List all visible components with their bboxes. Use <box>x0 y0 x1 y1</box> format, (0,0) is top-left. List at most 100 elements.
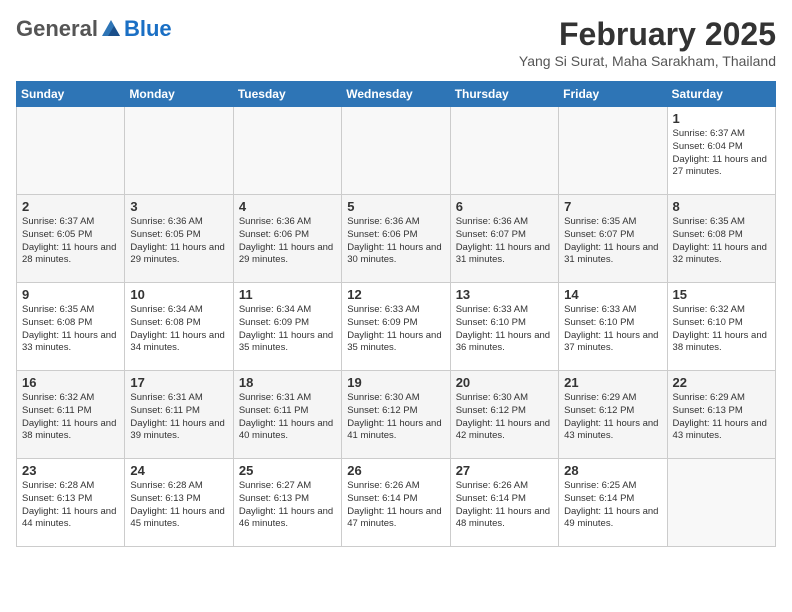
day-number: 22 <box>673 375 770 390</box>
calendar-cell: 1 Sunrise: 6:37 AM Sunset: 6:04 PM Daylig… <box>667 107 775 195</box>
day-info: Sunrise: 6:32 AM Sunset: 6:10 PM Dayligh… <box>673 304 770 355</box>
day-number: 27 <box>456 463 553 478</box>
day-number: 13 <box>456 287 553 302</box>
weekday-header-row: SundayMondayTuesdayWednesdayThursdayFrid… <box>17 82 776 107</box>
calendar-cell <box>342 107 450 195</box>
day-info: Sunrise: 6:29 AM Sunset: 6:12 PM Dayligh… <box>564 392 661 443</box>
calendar-cell: 6Sunrise: 6:36 AM Sunset: 6:07 PM Daylig… <box>450 195 558 283</box>
day-info: Sunrise: 6:28 AM Sunset: 6:13 PM Dayligh… <box>22 480 119 531</box>
calendar-cell: 28Sunrise: 6:25 AM Sunset: 6:14 PM Dayli… <box>559 459 667 547</box>
calendar-cell: 19 Sunrise: 6:30 AM Sunset: 6:12 PM Dayli… <box>342 371 450 459</box>
calendar-cell <box>125 107 233 195</box>
calendar-cell: 17 Sunrise: 6:31 AM Sunset: 6:11 PM Dayli… <box>125 371 233 459</box>
logo-blue-text: Blue <box>124 16 172 42</box>
weekday-header-tuesday: Tuesday <box>233 82 341 107</box>
day-info: Sunrise: 6:30 AM Sunset: 6:12 PM Dayligh… <box>347 392 444 443</box>
day-info: Sunrise: 6:28 AM Sunset: 6:13 PM Dayligh… <box>130 480 227 531</box>
calendar-cell: 5Sunrise: 6:36 AM Sunset: 6:06 PM Daylig… <box>342 195 450 283</box>
day-number: 8 <box>673 199 770 214</box>
calendar-cell: 25 Sunrise: 6:27 AM Sunset: 6:13 PM Dayli… <box>233 459 341 547</box>
calendar-cell: 12 Sunrise: 6:33 AM Sunset: 6:09 PM Dayli… <box>342 283 450 371</box>
calendar-cell <box>667 459 775 547</box>
day-info: Sunrise: 6:34 AM Sunset: 6:09 PM Dayligh… <box>239 304 336 355</box>
day-number: 21 <box>564 375 661 390</box>
day-info: Sunrise: 6:29 AM Sunset: 6:13 PM Dayligh… <box>673 392 770 443</box>
day-number: 28 <box>564 463 661 478</box>
calendar-cell: 24 Sunrise: 6:28 AM Sunset: 6:13 PM Dayli… <box>125 459 233 547</box>
location-title: Yang Si Surat, Maha Sarakham, Thailand <box>519 53 776 69</box>
weekday-header-friday: Friday <box>559 82 667 107</box>
day-info: Sunrise: 6:31 AM Sunset: 6:11 PM Dayligh… <box>130 392 227 443</box>
day-info: Sunrise: 6:35 AM Sunset: 6:08 PM Dayligh… <box>673 216 770 267</box>
calendar-week-row: 1 Sunrise: 6:37 AM Sunset: 6:04 PM Daylig… <box>17 107 776 195</box>
calendar-cell: 22 Sunrise: 6:29 AM Sunset: 6:13 PM Dayli… <box>667 371 775 459</box>
day-number: 5 <box>347 199 444 214</box>
calendar-cell: 18 Sunrise: 6:31 AM Sunset: 6:11 PM Dayli… <box>233 371 341 459</box>
page-header: General Blue February 2025 Yang Si Surat… <box>16 16 776 69</box>
calendar-cell: 4 Sunrise: 6:36 AM Sunset: 6:06 PM Daylig… <box>233 195 341 283</box>
day-info: Sunrise: 6:26 AM Sunset: 6:14 PM Dayligh… <box>347 480 444 531</box>
weekday-header-thursday: Thursday <box>450 82 558 107</box>
day-number: 26 <box>347 463 444 478</box>
calendar-cell: 8 Sunrise: 6:35 AM Sunset: 6:08 PM Daylig… <box>667 195 775 283</box>
day-info: Sunrise: 6:27 AM Sunset: 6:13 PM Dayligh… <box>239 480 336 531</box>
calendar-week-row: 16Sunrise: 6:32 AM Sunset: 6:11 PM Dayli… <box>17 371 776 459</box>
day-info: Sunrise: 6:32 AM Sunset: 6:11 PM Dayligh… <box>22 392 119 443</box>
day-number: 20 <box>456 375 553 390</box>
day-number: 19 <box>347 375 444 390</box>
calendar-week-row: 23 Sunrise: 6:28 AM Sunset: 6:13 PM Dayli… <box>17 459 776 547</box>
day-info: Sunrise: 6:33 AM Sunset: 6:09 PM Dayligh… <box>347 304 444 355</box>
day-number: 15 <box>673 287 770 302</box>
calendar-cell: 14Sunrise: 6:33 AM Sunset: 6:10 PM Dayli… <box>559 283 667 371</box>
month-title: February 2025 <box>519 16 776 53</box>
day-number: 18 <box>239 375 336 390</box>
calendar-cell: 2 Sunrise: 6:37 AM Sunset: 6:05 PM Daylig… <box>17 195 125 283</box>
day-number: 23 <box>22 463 119 478</box>
day-number: 3 <box>130 199 227 214</box>
day-number: 4 <box>239 199 336 214</box>
weekday-header-wednesday: Wednesday <box>342 82 450 107</box>
day-number: 17 <box>130 375 227 390</box>
calendar-cell <box>233 107 341 195</box>
calendar-cell: 15 Sunrise: 6:32 AM Sunset: 6:10 PM Dayli… <box>667 283 775 371</box>
weekday-header-saturday: Saturday <box>667 82 775 107</box>
calendar-cell: 27Sunrise: 6:26 AM Sunset: 6:14 PM Dayli… <box>450 459 558 547</box>
calendar-cell: 9 Sunrise: 6:35 AM Sunset: 6:08 PM Daylig… <box>17 283 125 371</box>
day-number: 2 <box>22 199 119 214</box>
day-info: Sunrise: 6:36 AM Sunset: 6:06 PM Dayligh… <box>239 216 336 267</box>
calendar-cell: 10Sunrise: 6:34 AM Sunset: 6:08 PM Dayli… <box>125 283 233 371</box>
day-info: Sunrise: 6:37 AM Sunset: 6:04 PM Dayligh… <box>673 128 770 179</box>
weekday-header-sunday: Sunday <box>17 82 125 107</box>
day-info: Sunrise: 6:30 AM Sunset: 6:12 PM Dayligh… <box>456 392 553 443</box>
day-info: Sunrise: 6:36 AM Sunset: 6:05 PM Dayligh… <box>130 216 227 267</box>
calendar-cell: 7 Sunrise: 6:35 AM Sunset: 6:07 PM Daylig… <box>559 195 667 283</box>
day-number: 1 <box>673 111 770 126</box>
logo: General Blue <box>16 16 172 42</box>
calendar-cell <box>559 107 667 195</box>
day-number: 25 <box>239 463 336 478</box>
day-number: 24 <box>130 463 227 478</box>
logo-general-text: General <box>16 16 98 42</box>
day-info: Sunrise: 6:33 AM Sunset: 6:10 PM Dayligh… <box>456 304 553 355</box>
day-info: Sunrise: 6:34 AM Sunset: 6:08 PM Dayligh… <box>130 304 227 355</box>
calendar-cell: 13 Sunrise: 6:33 AM Sunset: 6:10 PM Dayli… <box>450 283 558 371</box>
calendar-cell: 3 Sunrise: 6:36 AM Sunset: 6:05 PM Daylig… <box>125 195 233 283</box>
calendar-week-row: 2 Sunrise: 6:37 AM Sunset: 6:05 PM Daylig… <box>17 195 776 283</box>
day-number: 11 <box>239 287 336 302</box>
calendar-cell <box>450 107 558 195</box>
calendar-week-row: 9 Sunrise: 6:35 AM Sunset: 6:08 PM Daylig… <box>17 283 776 371</box>
day-info: Sunrise: 6:31 AM Sunset: 6:11 PM Dayligh… <box>239 392 336 443</box>
day-info: Sunrise: 6:35 AM Sunset: 6:08 PM Dayligh… <box>22 304 119 355</box>
calendar-cell: 26 Sunrise: 6:26 AM Sunset: 6:14 PM Dayli… <box>342 459 450 547</box>
day-number: 7 <box>564 199 661 214</box>
calendar-cell: 11 Sunrise: 6:34 AM Sunset: 6:09 PM Dayli… <box>233 283 341 371</box>
day-number: 12 <box>347 287 444 302</box>
calendar-table: SundayMondayTuesdayWednesdayThursdayFrid… <box>16 81 776 547</box>
day-info: Sunrise: 6:36 AM Sunset: 6:07 PM Dayligh… <box>456 216 553 267</box>
day-number: 9 <box>22 287 119 302</box>
calendar-cell: 23 Sunrise: 6:28 AM Sunset: 6:13 PM Dayli… <box>17 459 125 547</box>
day-info: Sunrise: 6:33 AM Sunset: 6:10 PM Dayligh… <box>564 304 661 355</box>
calendar-cell: 20 Sunrise: 6:30 AM Sunset: 6:12 PM Dayli… <box>450 371 558 459</box>
day-info: Sunrise: 6:37 AM Sunset: 6:05 PM Dayligh… <box>22 216 119 267</box>
day-info: Sunrise: 6:35 AM Sunset: 6:07 PM Dayligh… <box>564 216 661 267</box>
